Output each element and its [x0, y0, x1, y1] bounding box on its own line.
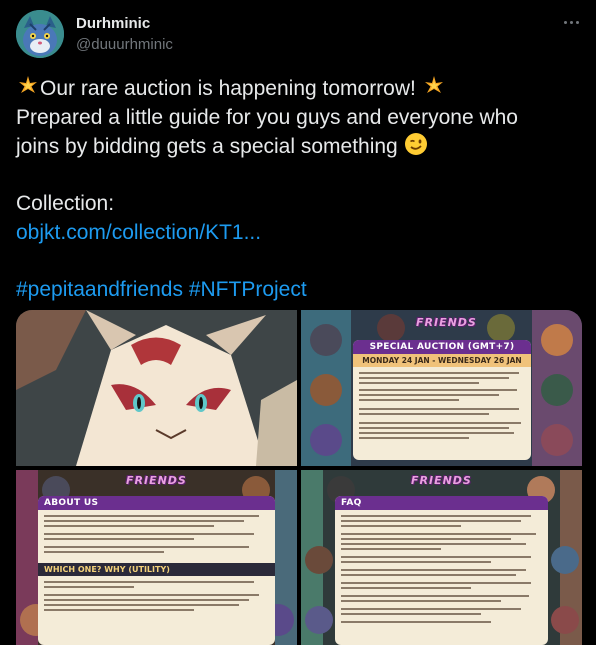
utility-text-lines	[44, 580, 259, 611]
author-handle[interactable]: @duuurhminic	[76, 36, 173, 53]
friends-logo: FRIENDS	[416, 316, 477, 329]
about-text-lines	[44, 515, 259, 553]
hashtag-nftproject[interactable]: #NFTProject	[189, 278, 307, 301]
friends-logo: FRIENDS	[411, 474, 472, 487]
about-card: ABOUT US WHICH ONE? WHY (UTILITY)	[38, 496, 275, 645]
media-grid: FRIENDS SPECIAL AUCTION (GMT+7) MONDAY 2…	[16, 310, 582, 645]
tweet-line-3: joins by bidding gets a special somethin…	[16, 132, 582, 162]
faq-card-heading: FAQ	[335, 496, 548, 510]
tweet-line-1: Our rare auction is happening tomorrow!	[16, 74, 582, 104]
more-options-icon[interactable]	[558, 12, 584, 32]
winking-face-emoji-icon	[404, 133, 427, 155]
tweet-headline: Our rare auction is happening tomorrow!	[40, 77, 416, 100]
utility-heading: WHICH ONE? WHY (UTILITY)	[38, 562, 275, 576]
author-display-name[interactable]: Durhminic	[76, 15, 150, 32]
avatar-image	[16, 10, 64, 58]
auction-card: SPECIAL AUCTION (GMT+7) MONDAY 24 JAN - …	[353, 340, 531, 460]
kitsune-illustration	[16, 310, 297, 466]
auction-details-text-lines	[359, 372, 521, 439]
glowing-star-emoji-icon	[19, 76, 37, 93]
media-image-4[interactable]: FRIENDS FAQ	[301, 470, 582, 645]
friends-logo: FRIENDS	[126, 474, 187, 487]
avatar[interactable]	[16, 10, 64, 58]
hashtag-pepitaandfriends[interactable]: #pepitaandfriends	[16, 278, 183, 301]
media-image-1[interactable]	[16, 310, 297, 466]
faq-text-lines	[341, 515, 536, 623]
hashtags: #pepitaandfriends #NFTProject	[16, 276, 582, 305]
collection-label: Collection:	[16, 192, 115, 215]
faq-card: FAQ	[335, 496, 548, 645]
auction-card-date: MONDAY 24 JAN - WEDNESDAY 26 JAN	[353, 354, 531, 367]
media-image-2[interactable]: FRIENDS SPECIAL AUCTION (GMT+7) MONDAY 2…	[301, 310, 582, 466]
tweet-text: Our rare auction is happening tomorrow! …	[16, 74, 582, 304]
tweet-line-2: Prepared a little guide for you guys and…	[16, 105, 518, 129]
collection-link[interactable]: objkt.com/collection/KT1...	[16, 219, 582, 248]
about-card-heading: ABOUT US	[38, 496, 275, 510]
media-image-3[interactable]: FRIENDS ABOUT US WHICH ONE? WHY (UTILITY…	[16, 470, 297, 645]
glowing-star-emoji-icon	[424, 76, 443, 93]
auction-card-heading: SPECIAL AUCTION (GMT+7)	[353, 340, 531, 354]
